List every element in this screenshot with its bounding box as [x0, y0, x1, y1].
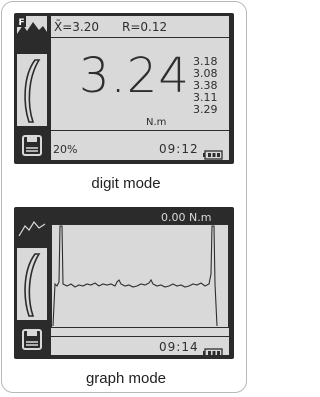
digit-lcd: X̄=3.20 R=0.12 3.24 N.m 3.18 3.08 3.38 3…: [51, 16, 229, 160]
bottom-divider: [51, 130, 229, 131]
graph-header: 0.00 N.m: [51, 210, 229, 224]
digit-mode-screen: F X̄=3.20 R=0.12 3.24 N.m 3.18 3.08 3.38…: [14, 13, 234, 164]
reading-label: 0.00 N.m: [161, 211, 212, 224]
unit-label: N.m: [146, 117, 167, 128]
curve-icon[interactable]: [17, 54, 47, 126]
wave-icon[interactable]: [17, 210, 47, 244]
save-icon[interactable]: [17, 130, 47, 161]
graph-bottom-divider: [51, 336, 229, 337]
save-icon[interactable]: [17, 324, 47, 356]
time-label: 09:12: [159, 142, 199, 156]
mode-letter: F: [19, 18, 25, 28]
percent-label: 20%: [53, 143, 78, 156]
graph-mode-caption: graph mode: [85, 370, 167, 387]
graph-time-label: 09:14: [159, 340, 199, 354]
graph-mode-screen: 0.00 N.m 09:14: [14, 207, 234, 359]
digit-mode-caption: digit mode: [91, 175, 161, 192]
battery-icon: [203, 343, 223, 359]
mountain-icon[interactable]: F: [17, 16, 47, 50]
torque-graph: [51, 224, 229, 328]
top-divider: [51, 37, 229, 38]
history-list: 3.18 3.08 3.38 3.11 3.29: [193, 56, 227, 116]
main-value: 3.24: [79, 48, 190, 104]
mean-label: X̄=3.20: [54, 20, 99, 34]
graph-lcd: 09:14: [51, 224, 229, 358]
curve-icon[interactable]: [17, 248, 47, 320]
range-label: R=0.12: [122, 20, 168, 34]
battery-icon: [203, 145, 223, 164]
torque-trace: [52, 225, 218, 327]
history-value: 3.29: [193, 103, 218, 116]
